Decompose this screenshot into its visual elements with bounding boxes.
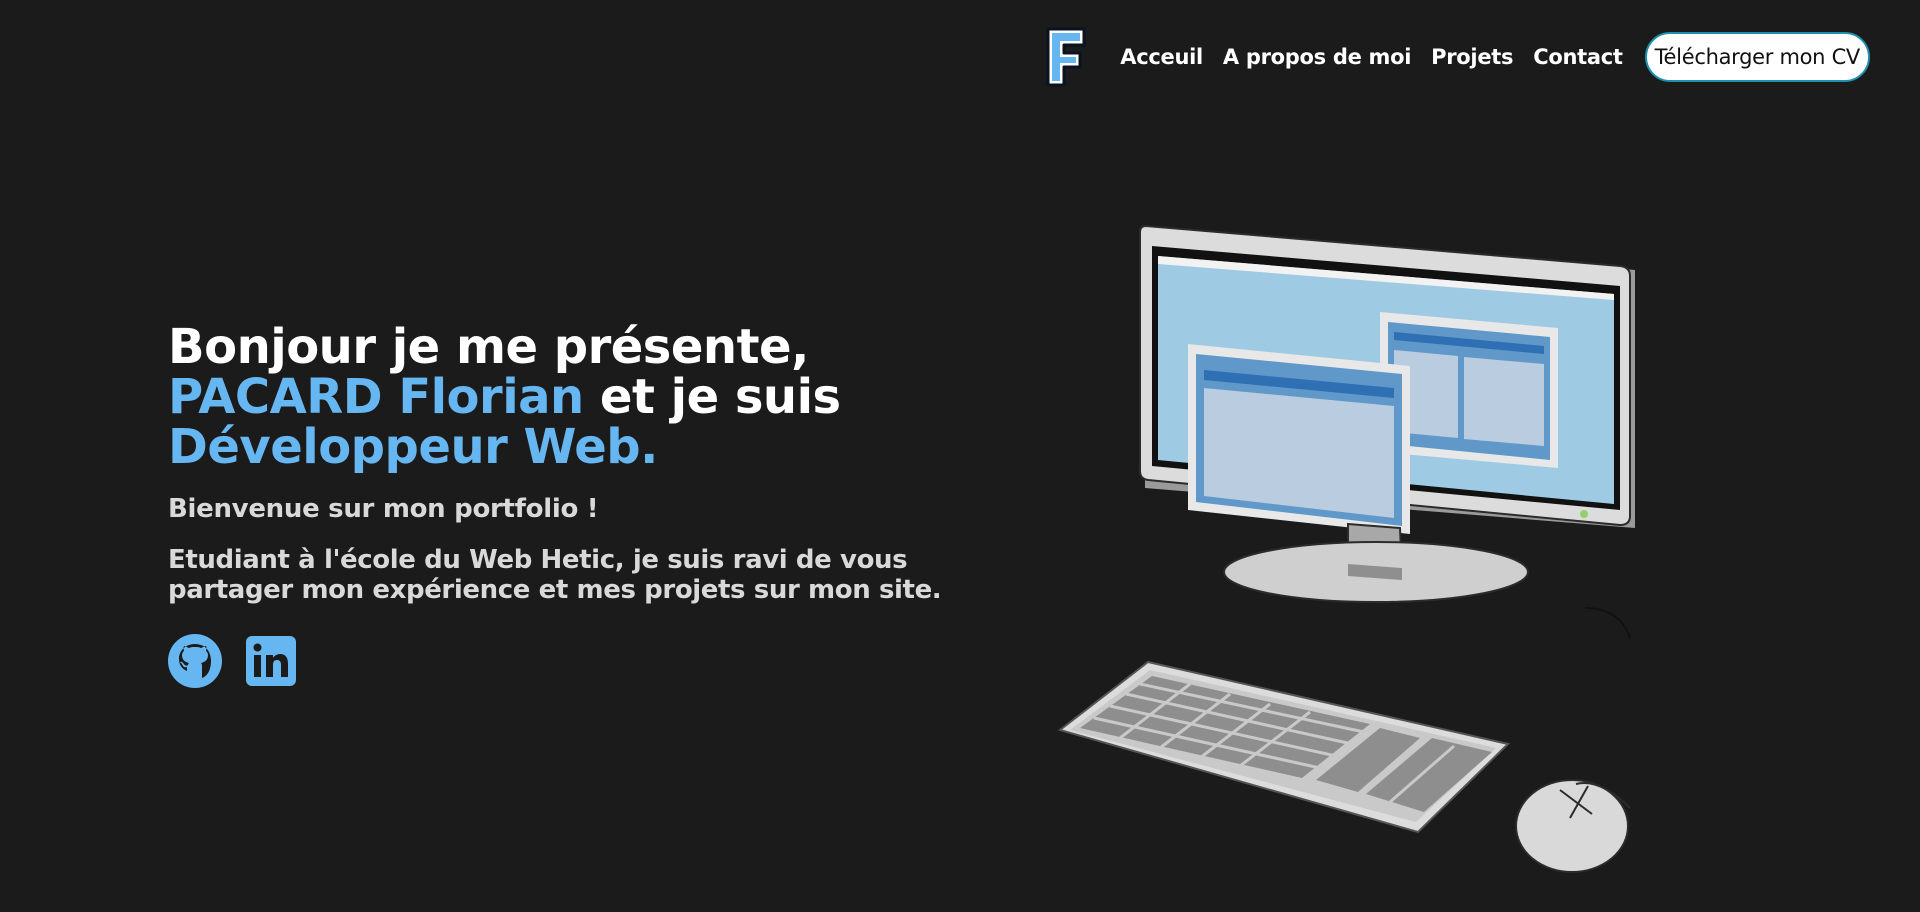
mouse [1515, 607, 1631, 873]
hero-section: Bonjour je me présente, PACARD Florian e… [168, 322, 1068, 688]
headline-connector: et je suis [583, 369, 841, 425]
linkedin-icon [246, 636, 296, 686]
linkedin-link[interactable] [244, 634, 298, 688]
window-front [1188, 344, 1410, 534]
welcome-text: Bienvenue sur mon portfolio ! [168, 494, 599, 524]
nav-link-acceuil[interactable]: Acceuil [1120, 45, 1203, 69]
social-links [168, 634, 1068, 688]
github-link[interactable] [168, 634, 222, 688]
github-icon [168, 634, 222, 688]
hero-headline: Bonjour je me présente, PACARD Florian e… [168, 322, 1068, 472]
navbar: Acceuil A propos de moi Projets Contact … [1042, 24, 1870, 90]
name-highlight: PACARD Florian [168, 369, 584, 425]
role-highlight: Développeur Web. [168, 419, 658, 475]
download-cv-button[interactable]: Télécharger mon CV [1644, 32, 1870, 82]
keyboard [1057, 660, 1511, 834]
computer-illustration [1057, 224, 1635, 873]
logo-f-icon[interactable] [1042, 25, 1090, 89]
description-text: Etudiant à l'école du Web Hetic, je suis… [168, 545, 942, 605]
nav-link-about[interactable]: A propos de moi [1223, 45, 1412, 69]
nav-link-contact[interactable]: Contact [1533, 45, 1623, 69]
monitor-stand [1223, 522, 1529, 603]
nav-link-projects[interactable]: Projets [1431, 45, 1513, 69]
greeting-line: Bonjour je me présente, [168, 319, 809, 375]
